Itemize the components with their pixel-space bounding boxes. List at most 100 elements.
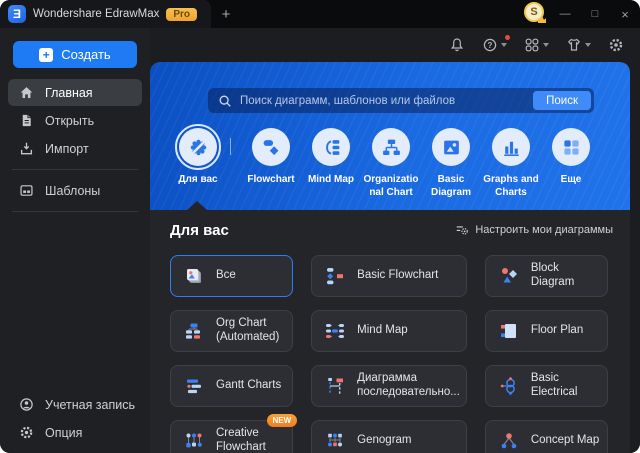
search-icon <box>219 95 231 107</box>
category-tab-5[interactable]: Graphs and Charts <box>481 128 541 199</box>
chevron-down-icon <box>543 43 549 47</box>
category-tab-0[interactable]: Для вас <box>171 124 225 186</box>
category-label: Для вас <box>178 174 218 185</box>
sequence-icon <box>325 376 345 396</box>
account-icon <box>18 397 34 413</box>
sidebar-item-open[interactable]: Открыть <box>8 107 142 134</box>
search-input[interactable] <box>232 94 534 107</box>
theme-shirt-icon[interactable] <box>566 37 591 53</box>
apps-grid-icon[interactable] <box>524 37 549 53</box>
new-tab-button[interactable]: + <box>211 0 241 28</box>
template-card-label: Диаграмма последовательно... <box>357 372 460 398</box>
home-icon <box>18 85 34 101</box>
toolbar: ? <box>150 28 640 62</box>
template-card-4[interactable]: Mind Map <box>311 310 467 352</box>
org-chart-auto-icon <box>184 321 204 341</box>
template-card-10[interactable]: Genogram <box>311 420 467 453</box>
template-card-label: Basic Flowchart <box>357 269 439 282</box>
sidebar-item-label: Открыть <box>45 113 95 128</box>
sidebar-item-label: Шаблоны <box>45 183 101 198</box>
mind-map-icon <box>312 128 350 166</box>
avatar[interactable]: S <box>524 2 546 23</box>
create-button[interactable]: + Создать <box>13 41 137 68</box>
sidebar-bottom: Учетная запись Опция <box>0 390 150 453</box>
template-card-7[interactable]: Диаграмма последовательно... <box>311 365 467 407</box>
category-tab-6[interactable]: Еще <box>541 128 601 186</box>
template-card-label: Gantt Charts <box>216 379 282 392</box>
category-tabs: Для вас Flowchart Mind Map Organizational C… <box>150 124 630 199</box>
search-button[interactable]: Поиск <box>533 91 591 110</box>
template-card-3[interactable]: Org Chart (Automated) <box>170 310 294 352</box>
search-bar: Поиск <box>208 88 594 113</box>
template-card-2[interactable]: Block Diagram <box>484 255 608 297</box>
section-header: Для вас Настроить мои диаграммы <box>150 210 630 250</box>
mind-map-card-icon <box>325 321 345 341</box>
template-card-label: Genogram <box>357 434 412 447</box>
bell-icon[interactable] <box>449 37 465 53</box>
template-card-1[interactable]: Basic Flowchart <box>311 255 467 297</box>
edrawmax-logo-icon: Ǝ <box>8 5 26 23</box>
category-label: Basic Diagram <box>430 174 471 198</box>
template-card-8[interactable]: Basic Electrical <box>484 365 608 407</box>
template-card-11[interactable]: Concept Map <box>484 420 608 453</box>
floor-plan-icon <box>499 321 519 341</box>
maximize-button[interactable]: □ <box>580 0 610 28</box>
selected-category-notch <box>187 201 207 210</box>
sidebar-nav: Главная Открыть Импорт Шаблоны <box>0 78 150 219</box>
customize-label: Настроить мои диаграммы <box>475 224 613 236</box>
all-templates-icon <box>184 266 204 286</box>
block-diagram-icon <box>499 266 519 286</box>
category-tab-1[interactable]: Flowchart <box>241 128 301 186</box>
settings-gear-icon[interactable] <box>608 37 624 53</box>
customize-icon <box>457 226 469 235</box>
category-tab-3[interactable]: Organizational Chart <box>361 128 421 199</box>
main-area: ? Поиск Для вас Flowchart Mind Map Organiza… <box>150 28 640 453</box>
customize-diagrams-link[interactable]: Настроить мои диаграммы <box>455 223 613 237</box>
template-cards-grid: Все Basic Flowchart Block Diagram Org Chart… <box>150 250 630 453</box>
category-tab-4[interactable]: Basic Diagram <box>421 128 481 199</box>
template-card-6[interactable]: Gantt Charts <box>170 365 294 407</box>
minimize-button[interactable]: — <box>550 0 580 28</box>
category-label: Organizational Chart <box>363 174 419 198</box>
sidebar-item-templates[interactable]: Шаблоны <box>8 177 142 204</box>
sidebar-item-import[interactable]: Импорт <box>8 135 142 162</box>
sidebar-item-home[interactable]: Главная <box>8 79 142 106</box>
category-label: Mind Map <box>307 174 355 185</box>
org-chart-icon <box>372 128 410 166</box>
flowchart-icon <box>252 128 290 166</box>
for-you-icon <box>175 124 221 170</box>
app-title: Wondershare EdrawMax <box>33 8 160 20</box>
sidebar-divider <box>12 169 138 170</box>
sidebar-item-account[interactable]: Учетная запись <box>8 391 142 418</box>
template-card-label: Org Chart (Automated) <box>216 317 280 343</box>
import-icon <box>18 141 34 157</box>
content-panel: Поиск Для вас Flowchart Mind Map Organizati… <box>150 62 630 453</box>
electrical-icon <box>499 376 519 396</box>
category-divider <box>230 138 231 155</box>
section-title: Для вас <box>170 221 229 239</box>
template-card-label: Creative Flowchart <box>216 427 266 453</box>
template-card-label: Mind Map <box>357 324 408 337</box>
basic-flowchart-icon <box>325 266 345 286</box>
template-card-label: Basic Electrical <box>530 372 578 398</box>
sidebar-item-options[interactable]: Опция <box>8 419 142 446</box>
category-label: Graphs and Charts <box>483 174 539 198</box>
template-card-label: Floor Plan <box>530 324 584 337</box>
category-label: Еще <box>560 174 582 185</box>
template-card-9[interactable]: Creative Flowchart NEW <box>170 414 298 453</box>
help-icon[interactable]: ? <box>482 35 510 53</box>
graphs-charts-icon <box>492 128 530 166</box>
template-card-0[interactable]: Все <box>170 255 294 297</box>
app-window: Ǝ Wondershare EdrawMax Pro + S — □ × + С… <box>0 0 640 453</box>
open-file-icon <box>18 113 34 129</box>
close-button[interactable]: × <box>610 0 640 28</box>
options-gear-icon <box>18 425 34 441</box>
creative-flowchart-icon <box>184 431 204 451</box>
titlebar-spacer <box>241 0 524 28</box>
template-card-5[interactable]: Floor Plan <box>484 310 608 352</box>
concept-map-icon <box>499 431 519 451</box>
app-tab[interactable]: Ǝ Wondershare EdrawMax Pro <box>0 0 212 28</box>
category-tab-2[interactable]: Mind Map <box>301 128 361 186</box>
sidebar-divider <box>12 211 138 212</box>
